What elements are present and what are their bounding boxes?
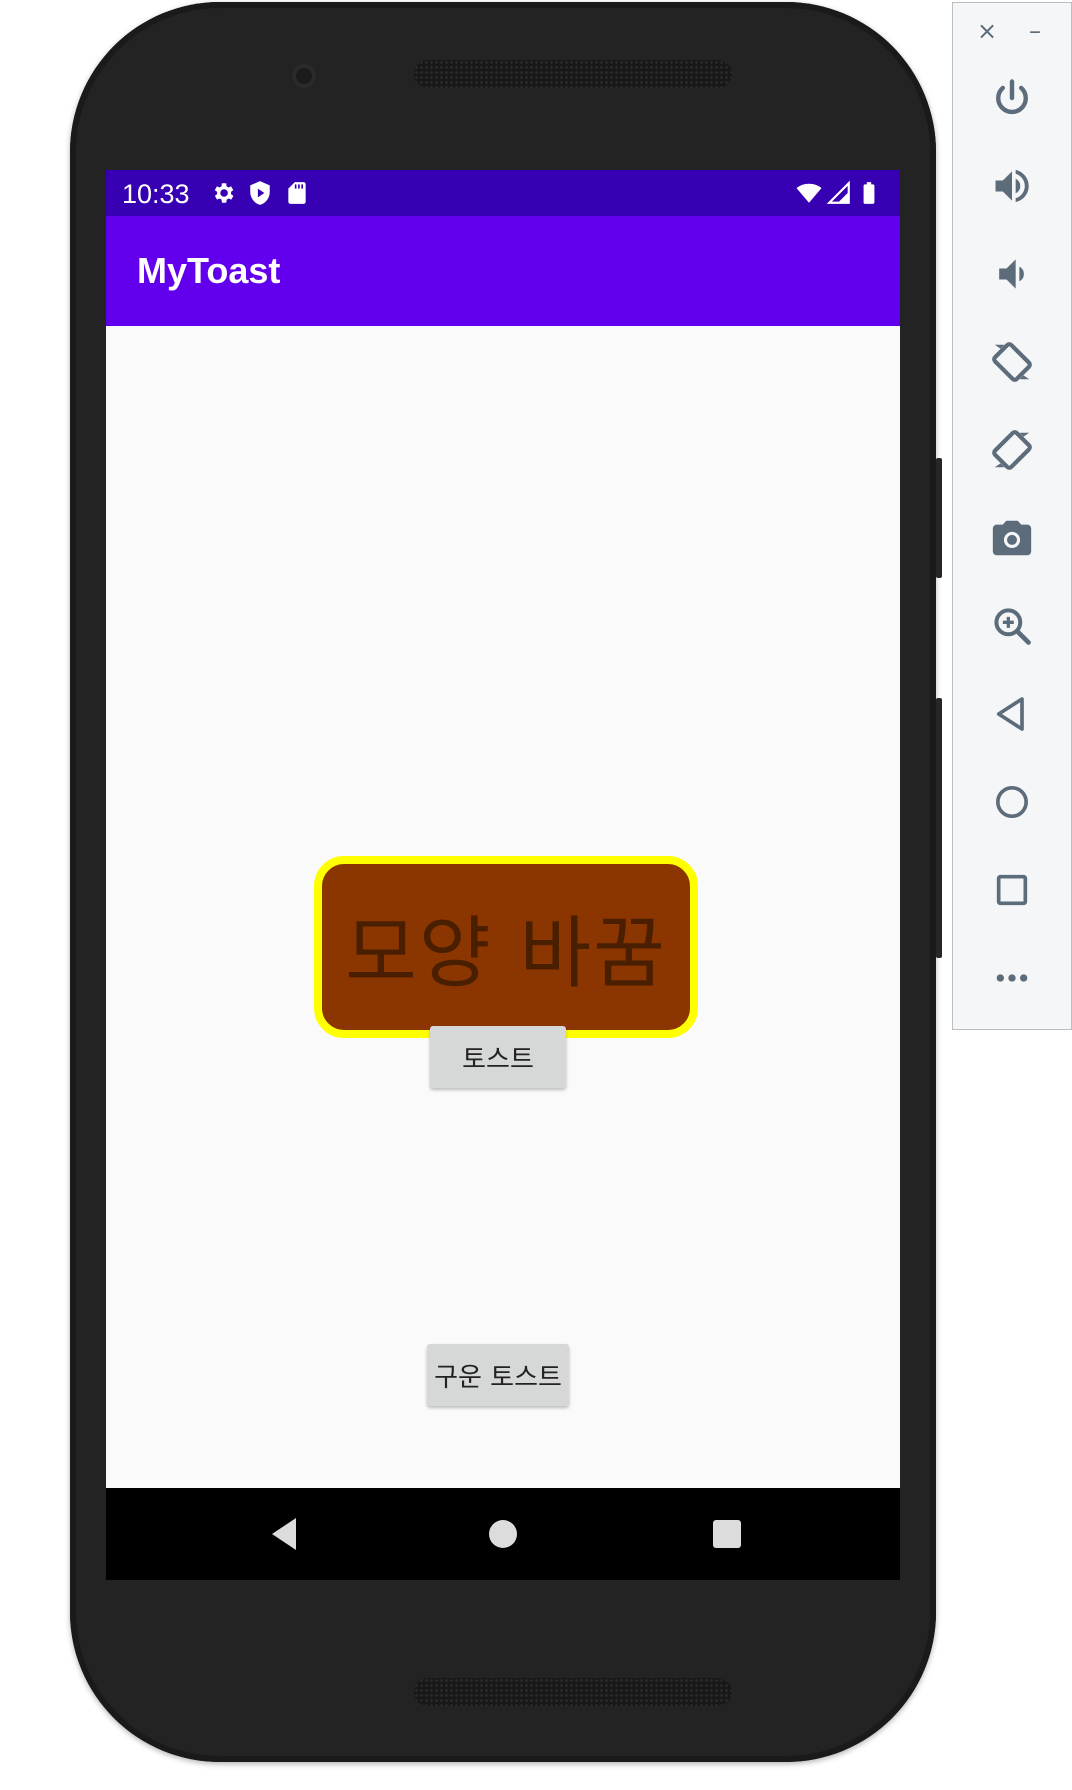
volume-down-icon	[999, 259, 1024, 289]
app-title: MyToast	[137, 250, 281, 291]
toast-button[interactable]: 토스트	[430, 1026, 566, 1088]
minimize-panel-button[interactable]: –	[1029, 17, 1041, 45]
status-bar: 10:33	[106, 170, 900, 216]
back-icon[interactable]	[266, 1514, 306, 1554]
cellular-signal-icon	[826, 180, 850, 204]
volume-side-button	[936, 698, 942, 958]
home-icon	[996, 786, 1028, 818]
rotate-left-button[interactable]	[981, 331, 1043, 393]
top-speaker-grille	[414, 60, 732, 88]
close-panel-button[interactable]: ×	[977, 17, 997, 45]
baked-toast-button[interactable]: 구운 토스트	[427, 1344, 569, 1406]
home-icon[interactable]	[483, 1514, 523, 1554]
shield-play-icon	[250, 181, 270, 205]
recents-icon[interactable]	[707, 1514, 747, 1554]
status-time: 10:33	[122, 179, 190, 209]
overview-icon	[996, 874, 1028, 906]
power-button[interactable]	[981, 67, 1043, 129]
settings-icon	[214, 183, 234, 203]
toast-button-label: 토스트	[462, 1044, 534, 1075]
more-icon	[996, 974, 1028, 982]
app-bar: MyToast	[106, 216, 900, 326]
battery-icon	[863, 182, 875, 204]
wifi-icon	[796, 183, 822, 203]
custom-toast: 모양 바꿈	[314, 856, 698, 1038]
more-options-button[interactable]	[981, 947, 1043, 1009]
camera-icon	[992, 520, 1032, 556]
baked-toast-button-label: 구운 토스트	[434, 1362, 562, 1393]
device-screen: 10:33 MyToast 모양 바꿈 토스트 구운 토스트	[106, 170, 900, 1580]
emulator-control-panel: × –	[952, 2, 1072, 1030]
power-icon	[996, 79, 1028, 115]
custom-toast-text: 모양 바꿈	[345, 909, 667, 999]
bottom-speaker-grille	[414, 1678, 732, 1706]
rotate-right-icon	[992, 430, 1032, 470]
rotate-right-button[interactable]	[981, 419, 1043, 481]
volume-up-button[interactable]	[981, 155, 1043, 217]
emulator-overview-button[interactable]	[981, 859, 1043, 921]
zoom-icon	[994, 608, 1031, 645]
navigation-bar	[106, 1488, 900, 1580]
sd-card-icon	[288, 182, 306, 204]
screenshot-button[interactable]	[981, 507, 1043, 569]
emulator-home-button[interactable]	[981, 771, 1043, 833]
volume-up-icon	[995, 169, 1029, 203]
front-camera	[292, 64, 316, 88]
power-side-button	[936, 458, 942, 578]
back-icon	[996, 697, 1024, 731]
main-content: 모양 바꿈 토스트 구운 토스트	[106, 326, 900, 1488]
rotate-left-icon	[992, 342, 1032, 382]
volume-down-button[interactable]	[981, 243, 1043, 305]
zoom-button[interactable]	[981, 595, 1043, 657]
emulator-back-button[interactable]	[981, 683, 1043, 745]
